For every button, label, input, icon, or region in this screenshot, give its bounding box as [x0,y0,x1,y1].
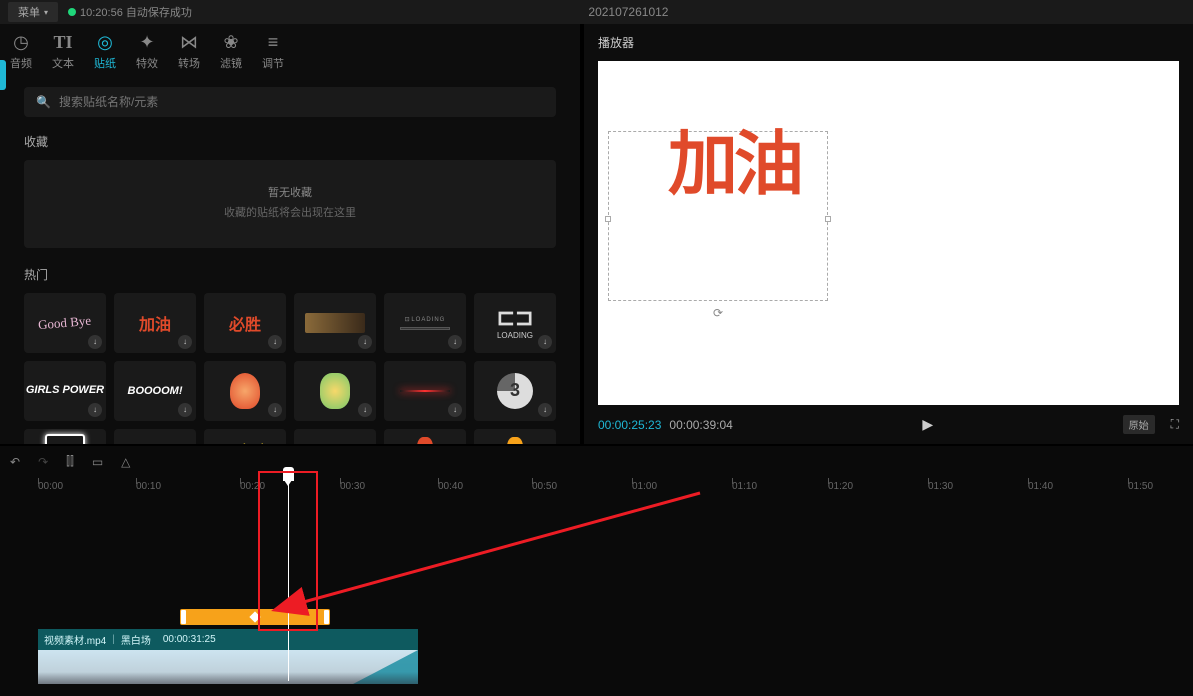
sticker-grid: Good Bye↓ 加油↓ 必胜↓ ↓ ⊡ LOADING↓ ⊏⊐LOADING… [24,293,556,444]
redo-button[interactable]: ↷ [38,455,48,469]
search-box[interactable]: 🔍 [24,87,556,117]
search-icon: 🔍 [36,95,51,109]
mirror-button[interactable]: △ [121,455,130,469]
split-button[interactable]: ⫿⫿ [66,454,74,469]
undo-button[interactable]: ↶ [10,455,20,469]
tab-text[interactable]: TI文本 [52,32,74,71]
ruler-tick: 00:30 [340,481,365,492]
player-title: 播放器 [584,24,1193,61]
sticker-item[interactable]: BOOOOM!↓ [114,361,196,421]
tab-audio[interactable]: ◷音频 [10,32,32,71]
sticker-item[interactable] [24,429,106,444]
download-icon[interactable]: ↓ [538,335,552,349]
autosave-status: 10:20:56 自动保存成功 [68,4,192,20]
sticker-item[interactable]: ↓ [204,361,286,421]
player-viewport[interactable]: ⟳ 加油 [598,61,1179,405]
total-time: 00:00:39:04 [669,418,732,432]
ruler-tick: 01:30 [928,481,953,492]
ruler-tick: 00:00 [38,481,63,492]
ruler-tick: 01:10 [732,481,757,492]
favorites-title: 收藏 [24,133,556,150]
sticker-item[interactable]: ⊡ LOADING↓ [384,293,466,353]
ruler-tick: 00:10 [136,481,161,492]
sticker-item[interactable]: ↓ [294,293,376,353]
ruler-tick: 00:50 [532,481,557,492]
sticker-item[interactable]: GIRLS POWER↓ [24,361,106,421]
download-icon[interactable]: ↓ [178,335,192,349]
preview-sticker-text: 加油 [668,133,800,200]
project-title: 202107261012 [192,5,1065,19]
sticker-item[interactable]: 加油↓ [114,293,196,353]
ruler-tick: 01:20 [828,481,853,492]
ruler-tick: 01:50 [1128,481,1153,492]
sticker-item[interactable]: ↓ [384,361,466,421]
clip-duration: 00:00:31:25 [163,634,216,645]
tab-stickers[interactable]: ◎贴纸 [94,32,116,71]
tab-adjust[interactable]: ≡调节 [262,32,284,71]
download-icon[interactable]: ↓ [178,403,192,417]
play-button[interactable]: ▶ [922,416,933,432]
ruler-tick: 01:00 [632,481,657,492]
download-icon[interactable]: ↓ [268,335,282,349]
sticker-item[interactable]: Starting in [204,429,286,444]
category-tabs: ◷音频 TI文本 ◎贴纸 ✦特效 ⋈转场 ❀滤镜 ≡调节 [0,24,580,79]
delete-button[interactable]: ▭ [92,455,103,469]
menu-button[interactable]: 菜单 ▾ [8,2,58,22]
ruler-tick: 00:40 [438,481,463,492]
sticker-item[interactable] [384,429,466,444]
fullscreen-icon[interactable]: ⛶ [1171,417,1179,432]
download-icon[interactable]: ↓ [88,335,102,349]
download-icon[interactable]: ↓ [538,403,552,417]
side-indicator [0,60,6,90]
video-clip[interactable]: 视频素材.mp4 | 黑白场 00:00:31:25 [38,629,418,684]
download-icon[interactable]: ↓ [448,335,462,349]
tab-filters[interactable]: ❀滤镜 [220,32,242,71]
sticker-item[interactable]: 3↓ [474,361,556,421]
sticker-item[interactable] [114,429,196,444]
clip-thumbnail [38,650,418,684]
sticker-item[interactable]: ↓ [294,361,376,421]
timeline-ruler[interactable]: 00:0000:1000:2000:3000:4000:5001:0001:10… [0,481,1193,501]
download-icon[interactable]: ↓ [448,403,462,417]
aspect-ratio-button[interactable]: 原始 [1123,415,1155,434]
tab-transitions[interactable]: ⋈转场 [178,32,200,71]
sticker-item[interactable]: 必胜↓ [204,293,286,353]
download-icon[interactable]: ↓ [358,403,372,417]
sticker-item[interactable]: ⊏⊐LOADING↓ [474,293,556,353]
download-icon[interactable]: ↓ [358,335,372,349]
sticker-item[interactable]: Good Bye↓ [24,293,106,353]
sticker-item[interactable] [474,429,556,444]
download-icon[interactable]: ↓ [88,403,102,417]
search-input[interactable] [59,95,544,109]
sticker-item[interactable] [294,429,376,444]
tab-effects[interactable]: ✦特效 [136,32,158,71]
clip-effect-label: 黑白场 [121,632,151,647]
favorites-empty: 暂无收藏 收藏的贴纸将会出现在这里 [24,160,556,248]
ruler-tick: 01:40 [1028,481,1053,492]
current-time: 00:00:25:23 [598,418,661,432]
annotation-red-box [258,471,318,631]
download-icon[interactable]: ↓ [268,403,282,417]
hot-title: 热门 [24,266,556,283]
clip-filename: 视频素材.mp4 [44,632,106,647]
